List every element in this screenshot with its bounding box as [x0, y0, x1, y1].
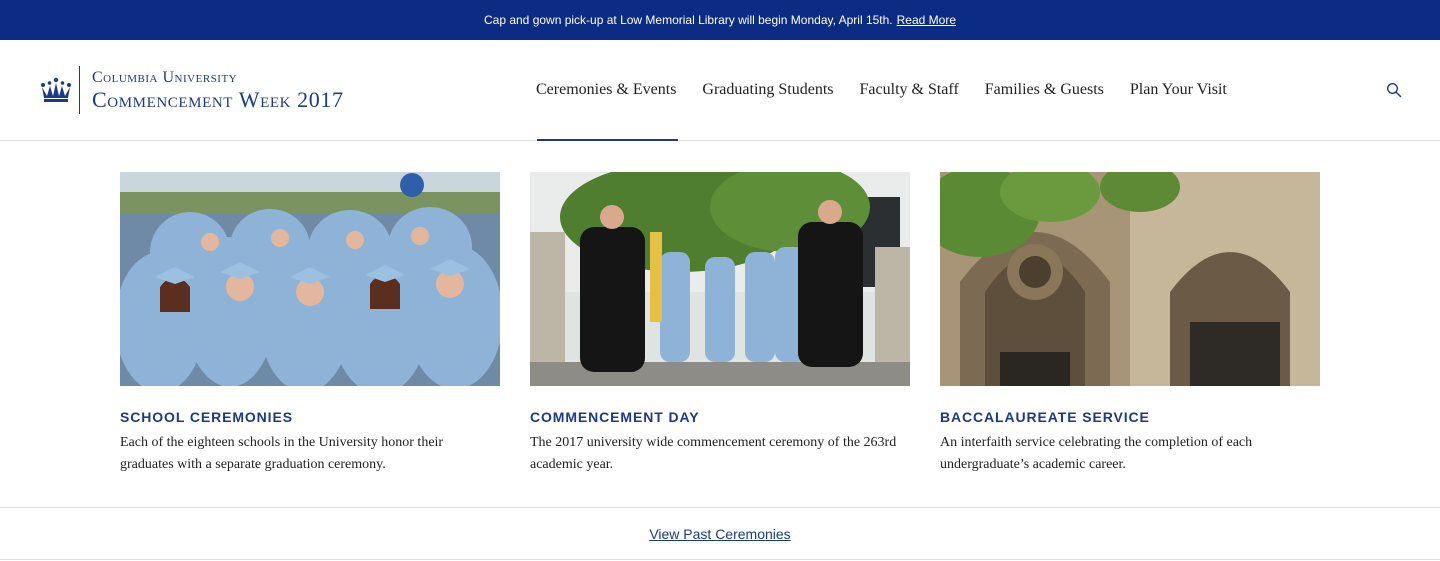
chapel-photo[interactable] [940, 172, 1320, 386]
brand-university: Columbia University [92, 68, 238, 86]
nav-graduating-students[interactable]: Graduating Students [702, 40, 833, 140]
card-commencement-day: COMMENCEMENT DAY The 2017 university wid… [530, 172, 910, 507]
view-past-ceremonies-link[interactable]: View Past Ceremonies [649, 526, 790, 542]
main-nav: Ceremonies & Events Graduating Students … [536, 40, 1253, 141]
card-school-ceremonies: SCHOOL CEREMONIES Each of the eighteen s… [120, 172, 500, 507]
brand-event: Commencement Week 2017 [92, 86, 344, 112]
card-title[interactable]: BACCALAUREATE SERVICE [940, 409, 1320, 425]
event-cards: SCHOOL CEREMONIES Each of the eighteen s… [0, 172, 1440, 507]
past-ceremonies-bar: View Past Ceremonies [0, 507, 1440, 560]
nav-families-guests[interactable]: Families & Guests [985, 40, 1104, 140]
card-title[interactable]: SCHOOL CEREMONIES [120, 409, 500, 425]
card-title[interactable]: COMMENCEMENT DAY [530, 409, 910, 425]
nav-ceremonies-events[interactable]: Ceremonies & Events [536, 40, 679, 141]
brand-logo[interactable]: Columbia University Commencement Week 20… [39, 65, 344, 115]
card-baccalaureate-service: BACCALAUREATE SERVICE An interfaith serv… [940, 172, 1320, 507]
card-description: Each of the eighteen schools in the Univ… [120, 435, 444, 472]
procession-photo[interactable] [530, 172, 910, 386]
announcement-bar: Cap and gown pick-up at Low Memorial Lib… [0, 0, 1440, 40]
search-icon[interactable] [1386, 82, 1402, 98]
site-header: Columbia University Commencement Week 20… [0, 40, 1440, 141]
nav-plan-your-visit[interactable]: Plan Your Visit [1130, 40, 1227, 140]
announcement-text: Cap and gown pick-up at Low Memorial Lib… [483, 13, 893, 27]
brand-text: Columbia University Commencement Week 20… [92, 68, 344, 112]
read-more-link[interactable]: Read More [897, 13, 956, 27]
graduates-photo[interactable] [120, 172, 500, 386]
nav-faculty-staff[interactable]: Faculty & Staff [860, 40, 959, 140]
card-description: An interfaith service celebrating the co… [940, 435, 1253, 472]
card-description: The 2017 university wide commencement ce… [530, 435, 897, 472]
crown-icon [41, 77, 71, 102]
brand-divider [79, 66, 80, 114]
